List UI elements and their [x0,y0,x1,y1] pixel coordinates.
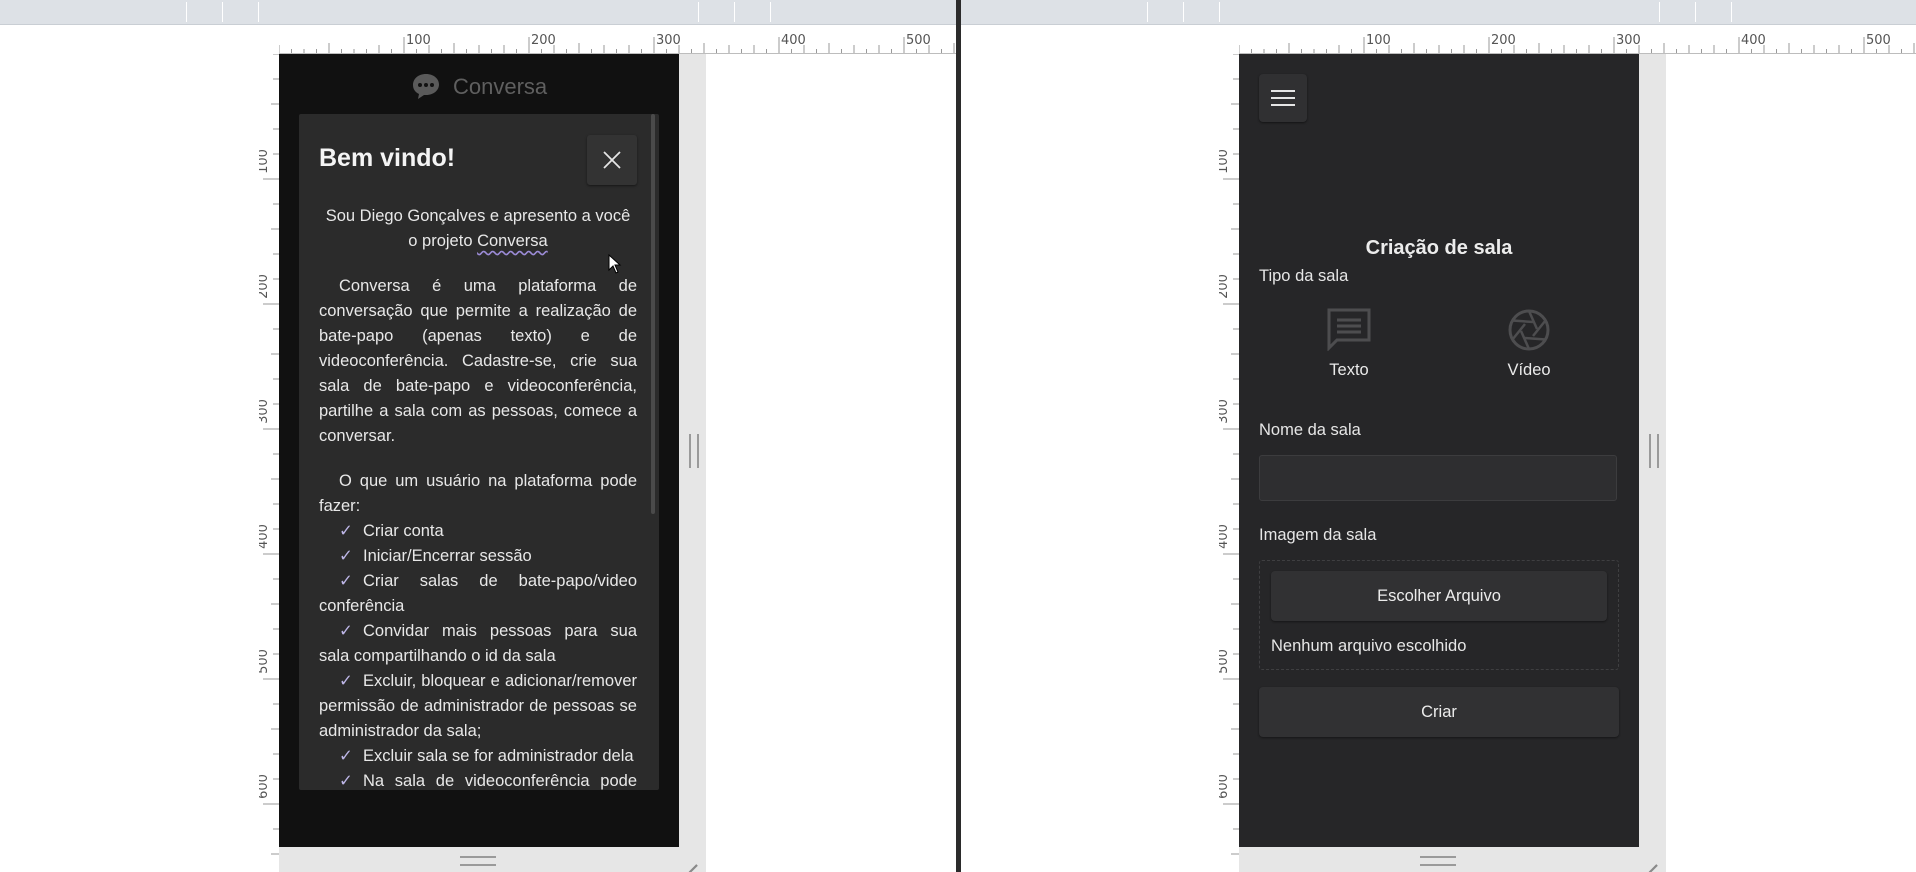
left-preview-panel: 100 200 300 400 500 100 200 300 400 500 … [0,0,956,872]
hamburger-menu-icon [1271,90,1295,106]
create-room-button[interactable]: Criar [1259,687,1619,737]
chat-text-icon [1289,307,1409,357]
room-name-input[interactable] [1259,455,1617,501]
vertical-ruler: 100 200 300 400 500 600 [1219,54,1240,872]
horizontal-ruler: 100 200 300 400 500 [1239,25,1916,54]
check-icon: ✓ [339,522,353,540]
ruler-label: 200 [259,274,271,299]
ruler-label: 200 [1219,274,1231,299]
ruler-label: 400 [1219,524,1231,549]
feature-item: ✓ Na sala de videoconferência pode encerr… [319,769,637,790]
ruler-label: 200 [531,33,556,48]
feature-text: Convidar mais pessoas para sua sala comp… [319,622,637,665]
ruler-label: 300 [1616,33,1641,48]
resize-grip-icon[interactable] [460,856,496,866]
logo-text: Conversa [452,74,548,99]
ruler-label: 100 [406,33,431,48]
modal-title: Bem vindo! [319,144,456,172]
resize-grip-icon[interactable] [689,434,699,468]
ruler-label: 400 [1741,33,1766,48]
check-icon: ✓ [339,572,353,590]
feature-item: ✓ Convidar mais pessoas para sua sala com… [319,619,637,669]
feature-item: ✓ Excluir sala se for administrador dela [319,744,637,769]
feature-text: Criar conta [363,522,444,540]
feature-item: ✓ Criar salas de bate-papo/video conferên… [319,569,637,619]
room-type-label: Tipo da sala [1259,267,1349,285]
file-upload-zone[interactable]: Escolher Arquivo Nenhum arquivo escolhid… [1259,560,1619,670]
resize-corner-icon[interactable] [681,852,697,868]
description-paragraph: Conversa é uma plataforma de conversação… [319,277,637,445]
ruler-label: 300 [1219,399,1231,424]
ruler-label: 300 [656,33,681,48]
resize-grip-icon[interactable] [1649,434,1659,468]
check-icon: ✓ [339,672,353,690]
resize-gutter-bottom[interactable] [1239,847,1666,872]
feature-text: Criar salas de bate-papo/video conferênc… [319,572,637,615]
close-icon [603,151,621,169]
room-image-label: Imagem da sala [1259,526,1377,544]
check-icon: ✓ [339,622,353,640]
feature-item: ✓ Excluir, bloquear e adicionar/remover p… [319,669,637,744]
modal-scrollbar[interactable] [651,114,655,514]
room-type-text-label: Texto [1329,361,1369,379]
camera-aperture-icon [1469,307,1589,357]
ruler-label: 300 [259,399,271,424]
mobile-viewport-right: Criação de sala Tipo da sala Texto Vídeo… [1239,54,1639,847]
menu-button[interactable] [1259,74,1307,122]
feature-text: Excluir, bloquear e adicionar/remover pe… [319,672,637,740]
welcome-modal: Bem vindo! Sou Diego Gonçalves e apresen… [299,114,659,790]
top-toolbar [961,0,1916,25]
app-logo: Conversa [279,72,679,100]
feature-text: Excluir sala se for administrador dela [363,747,634,765]
feature-text: Na sala de videoconferência pode encerra… [363,772,637,790]
room-type-video-option[interactable]: Vídeo [1469,307,1589,380]
ruler-label: 600 [259,774,271,799]
resize-corner-icon[interactable] [1641,852,1657,868]
modal-body: Sou Diego Gonçalves e apresento a você o… [319,204,637,790]
page-title: Criação de sala [1365,237,1513,259]
ruler-label: 500 [1866,33,1891,48]
ruler-label: 100 [1366,33,1391,48]
project-name: Conversa [477,232,548,250]
choose-file-button[interactable]: Escolher Arquivo [1271,571,1607,621]
check-icon: ✓ [339,772,353,790]
room-type-video-label: Vídeo [1507,361,1551,379]
feature-item: ✓ Criar conta [319,519,637,544]
ruler-label: 100 [1219,149,1231,174]
ruler-label: 500 [906,33,931,48]
room-type-text-option[interactable]: Texto [1289,307,1409,380]
vertical-ruler: 100 200 300 400 500 600 [259,54,280,872]
resize-gutter-bottom[interactable] [279,847,706,872]
check-icon: ✓ [339,747,353,765]
resize-grip-icon[interactable] [1420,856,1456,866]
intro-text: Sou Diego Gonçalves e apresento a você o… [319,204,637,254]
ruler-label: 200 [1491,33,1516,48]
check-icon: ✓ [339,547,353,565]
close-button[interactable] [587,135,637,185]
no-file-text: Nenhum arquivo escolhido [1271,637,1467,655]
mouse-cursor-icon [608,253,622,278]
feature-item: ✓ Iniciar/Encerrar sessão [319,544,637,569]
ruler-label: 500 [259,649,271,674]
ruler-label: 400 [259,524,271,549]
ruler-label: 400 [781,33,806,48]
resize-gutter[interactable] [1639,54,1666,872]
room-name-label: Nome da sala [1259,421,1361,439]
horizontal-ruler: 100 200 300 400 500 [279,25,956,54]
ruler-label: 600 [1219,774,1231,799]
features-intro: O que um usuário na plataforma pode faze… [319,472,637,515]
chat-bubble-logo-icon [411,74,453,99]
resize-gutter[interactable] [679,54,706,872]
top-toolbar [0,0,956,25]
mobile-viewport-left: Conversa Bem vindo! Sou Diego Gonçalves … [279,54,679,847]
feature-text: Iniciar/Encerrar sessão [363,547,532,565]
ruler-label: 100 [259,149,271,174]
ruler-label: 500 [1219,649,1231,674]
